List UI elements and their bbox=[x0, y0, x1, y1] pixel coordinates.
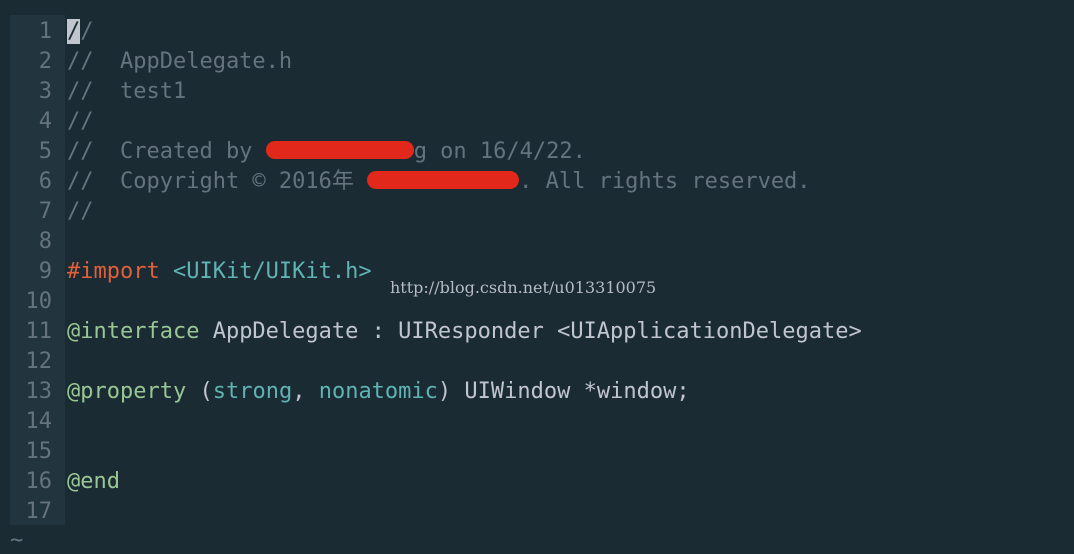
code-token: / bbox=[80, 19, 94, 44]
code-line[interactable]: 15 bbox=[0, 437, 1074, 467]
code-line[interactable]: 13 @property (strong, nonatomic) UIWindow… bbox=[0, 377, 1074, 407]
code-line[interactable]: 7 // bbox=[0, 197, 1074, 227]
code-token: , bbox=[292, 379, 319, 404]
code-token: nonatomic bbox=[318, 379, 438, 404]
code-token: // AppDelegate.h bbox=[67, 49, 293, 74]
line-number: 1 bbox=[38, 19, 52, 44]
code-text[interactable]: #import <UIKit/UIKit.h> bbox=[67, 257, 372, 287]
code-line[interactable]: 1 // bbox=[0, 17, 1074, 47]
code-token: . All rights reserved. bbox=[519, 169, 811, 194]
code-line[interactable]: 2 // AppDelegate.h bbox=[0, 47, 1074, 77]
code-line[interactable]: 5 // Created by g on 16/4/22. bbox=[0, 137, 1074, 167]
code-text[interactable]: // bbox=[67, 107, 94, 137]
code-line[interactable]: 4 // bbox=[0, 107, 1074, 137]
line-number: 16 bbox=[25, 469, 53, 494]
code-token: <UIKit/UIKit.h> bbox=[172, 259, 372, 284]
redaction-mark bbox=[265, 141, 414, 159]
line-number: 3 bbox=[38, 79, 52, 104]
watermark: http://blog.csdn.net/u013310075 bbox=[390, 278, 657, 297]
code-line[interactable]: 3 // test1 bbox=[0, 77, 1074, 107]
code-token: strong bbox=[212, 379, 293, 404]
line-number: 11 bbox=[25, 319, 53, 344]
code-text[interactable]: // AppDelegate.h bbox=[67, 47, 292, 77]
line-number: 17 bbox=[25, 499, 53, 524]
code-token: @end bbox=[67, 469, 120, 494]
code-token: // test1 bbox=[67, 79, 187, 104]
code-line[interactable]: 12 bbox=[0, 347, 1074, 377]
redaction-mark bbox=[367, 171, 520, 189]
line-number: 12 bbox=[25, 349, 53, 374]
code-text[interactable]: // bbox=[67, 197, 94, 227]
code-line[interactable]: 16 @end bbox=[0, 467, 1074, 497]
code-text[interactable]: @end bbox=[67, 467, 120, 497]
line-number: 9 bbox=[38, 259, 52, 284]
code-text[interactable]: @property (strong, nonatomic) UIWindow *… bbox=[67, 377, 690, 407]
line-number: 14 bbox=[25, 409, 53, 434]
code-text[interactable]: // bbox=[67, 17, 94, 47]
code-text[interactable]: @interface AppDelegate : UIResponder <UI… bbox=[67, 317, 862, 347]
code-token: ) UIWindow *window; bbox=[437, 379, 690, 404]
line-number: 13 bbox=[25, 379, 53, 404]
line-number: 7 bbox=[38, 199, 52, 224]
line-number: 4 bbox=[38, 109, 52, 134]
code-token: #import bbox=[67, 259, 160, 284]
line-number: 8 bbox=[38, 229, 52, 254]
code-token: // Created by bbox=[67, 139, 266, 164]
code-text[interactable]: // test1 bbox=[67, 77, 186, 107]
code-token: // Copyright © 2016年 bbox=[67, 169, 368, 194]
code-token: @interface bbox=[67, 319, 200, 344]
code-token: // bbox=[67, 109, 94, 134]
code-line[interactable]: 8 bbox=[0, 227, 1074, 257]
line-number: 2 bbox=[38, 49, 52, 74]
code-text[interactable]: // Created by g on 16/4/22. bbox=[67, 137, 586, 167]
line-number: 6 bbox=[38, 169, 52, 194]
code-token: // bbox=[67, 199, 94, 224]
code-editor[interactable]: 1 // 2 // AppDelegate.h 3 // test1 4 // 5 // Crea… bbox=[0, 17, 1074, 527]
code-line[interactable]: 11 @interface AppDelegate : UIResponder <… bbox=[0, 317, 1074, 347]
code-line[interactable]: 17 bbox=[0, 497, 1074, 527]
line-number: 5 bbox=[38, 139, 52, 164]
text-cursor: / bbox=[67, 19, 81, 44]
empty-line-marker: ~ bbox=[10, 528, 24, 553]
code-text[interactable]: // Copyright © 2016年 . All rights reserv… bbox=[67, 167, 811, 197]
code-token: ( bbox=[186, 379, 213, 404]
code-line[interactable]: 6 // Copyright © 2016年 . All rights reser… bbox=[0, 167, 1074, 197]
code-token: g on 16/4/22. bbox=[413, 139, 586, 164]
line-number: 10 bbox=[25, 289, 53, 314]
line-number: 15 bbox=[25, 439, 53, 464]
code-token: AppDelegate : UIResponder <UIApplication… bbox=[199, 319, 862, 344]
code-token: @property bbox=[67, 379, 187, 404]
code-line[interactable]: 14 bbox=[0, 407, 1074, 437]
